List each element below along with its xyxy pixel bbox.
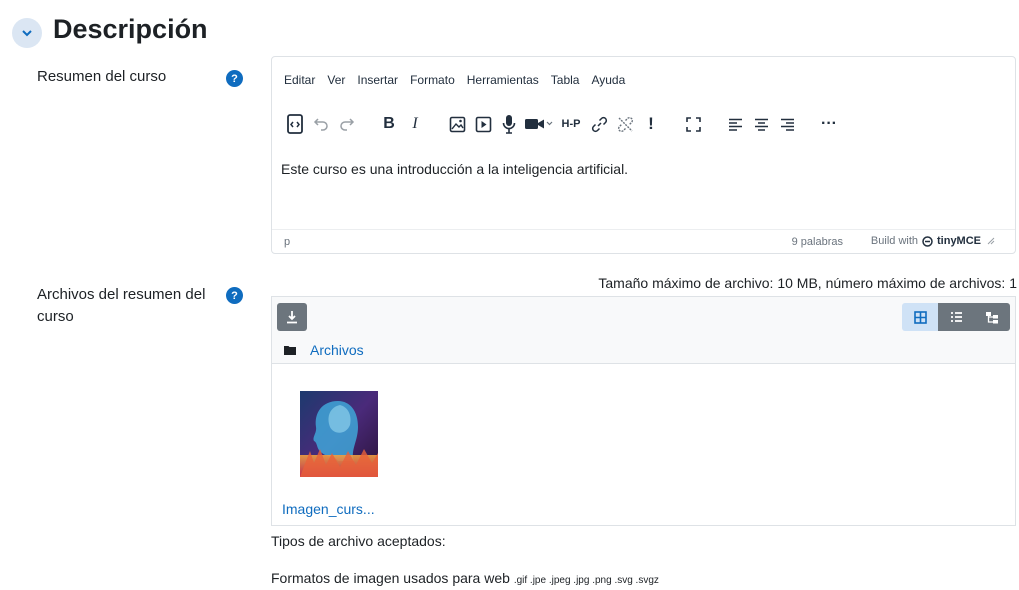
menu-insertar[interactable]: Insertar: [357, 73, 398, 87]
download-all-button[interactable]: [277, 303, 307, 331]
view-switcher: [902, 303, 1010, 331]
file-manager: Archivos Imagen_curs...: [271, 296, 1016, 526]
folder-link-archivos[interactable]: Archivos: [310, 342, 364, 358]
align-right-button[interactable]: [774, 111, 800, 137]
h5p-icon: H-P: [561, 118, 581, 130]
align-left-button[interactable]: [722, 111, 748, 137]
list-icon: [950, 312, 962, 322]
build-with-text: Build with: [870, 235, 918, 247]
image-icon: [449, 116, 465, 132]
record-video-button[interactable]: [522, 111, 556, 137]
grid-icon: [913, 310, 927, 324]
media-icon: [475, 116, 491, 132]
align-right-icon: [780, 118, 794, 131]
menu-formato[interactable]: Formato: [410, 73, 455, 87]
accepted-types-formats: Formatos de imagen usados para web .gif …: [271, 570, 659, 586]
media-button[interactable]: [470, 111, 496, 137]
view-list-button[interactable]: [938, 303, 974, 331]
redo-button[interactable]: [334, 111, 360, 137]
editor-content[interactable]: Este curso es una introducción a la inte…: [281, 161, 628, 177]
align-center-button[interactable]: [748, 111, 774, 137]
redo-icon: [340, 118, 355, 131]
files-label: Archivos del resumen del curso: [37, 286, 206, 325]
align-left-icon: [728, 118, 742, 131]
record-audio-button[interactable]: [496, 111, 522, 137]
tinymce-brand: tinyMCE: [937, 235, 981, 247]
more-icon: ···: [821, 115, 837, 132]
editor-statusbar: p 9 palabras Build with tinyMCE: [272, 229, 1015, 253]
tinymce-logo-icon: [922, 235, 933, 247]
word-count[interactable]: 9 palabras: [792, 236, 843, 248]
menu-ver[interactable]: Ver: [327, 73, 345, 87]
video-camera-icon: [525, 119, 553, 129]
tinymce-branding[interactable]: Build with tinyMCE: [871, 235, 995, 247]
section-collapse-toggle[interactable]: [12, 18, 42, 48]
tree-icon: [986, 311, 998, 323]
files-help-icon[interactable]: ?: [226, 287, 243, 304]
summary-editor[interactable]: Editar Ver Insertar Formato Herramientas…: [271, 56, 1016, 254]
menu-ayuda[interactable]: Ayuda: [591, 73, 625, 87]
menu-herramientas[interactable]: Herramientas: [467, 73, 539, 87]
source-code-button[interactable]: [282, 111, 308, 137]
summary-label: Resumen del curso: [37, 68, 167, 85]
file-name-link[interactable]: Imagen_curs...: [282, 501, 375, 517]
bold-icon: B: [383, 115, 395, 132]
folder-breadcrumb: Archivos: [284, 342, 364, 358]
bold-button[interactable]: B: [376, 111, 402, 137]
element-path[interactable]: p: [284, 236, 290, 248]
max-file-info: Tamaño máximo de archivo: 10 MB, número …: [598, 275, 1017, 291]
view-tree-button[interactable]: [974, 303, 1010, 331]
file-manager-header: Archivos: [272, 297, 1015, 364]
undo-button[interactable]: [308, 111, 334, 137]
menu-tabla[interactable]: Tabla: [551, 73, 580, 87]
editor-menubar: Editar Ver Insertar Formato Herramientas…: [284, 73, 637, 87]
section-title: Descripción: [53, 14, 208, 44]
link-button[interactable]: [586, 111, 612, 137]
menu-editar[interactable]: Editar: [284, 73, 315, 87]
italic-button[interactable]: I: [402, 111, 428, 137]
link-icon: [591, 116, 607, 132]
microphone-icon: [502, 115, 516, 134]
view-icons-button[interactable]: [902, 303, 938, 331]
ai-head-image: [300, 391, 378, 477]
editor-toolbar: B I H-P ! ···: [282, 109, 1005, 139]
source-code-icon: [287, 114, 303, 134]
help-icon[interactable]: ?: [226, 70, 243, 87]
fullscreen-icon: [685, 116, 701, 132]
unlink-icon: [617, 116, 633, 132]
file-thumbnail[interactable]: [300, 391, 378, 477]
accepted-types-ext: .gif .jpe .jpeg .jpg .png .svg .svgz: [513, 575, 659, 586]
italic-icon: I: [412, 115, 418, 132]
more-button[interactable]: ···: [816, 111, 842, 137]
accepted-types-desc: Formatos de imagen usados para web: [271, 570, 510, 586]
folder-icon: [284, 346, 296, 355]
download-icon: [287, 311, 297, 324]
chevron-down-icon: [22, 30, 32, 37]
resize-handle-icon[interactable]: [987, 237, 995, 245]
exclamation-icon: !: [648, 114, 654, 133]
accepted-types-title: Tipos de archivo aceptados:: [271, 533, 446, 549]
align-center-icon: [754, 118, 768, 131]
unlink-button[interactable]: [612, 111, 638, 137]
fullscreen-button[interactable]: [680, 111, 706, 137]
undo-icon: [313, 118, 328, 131]
image-button[interactable]: [444, 111, 470, 137]
accessibility-checker-button[interactable]: !: [638, 111, 664, 137]
h5p-button[interactable]: H-P: [556, 111, 586, 137]
